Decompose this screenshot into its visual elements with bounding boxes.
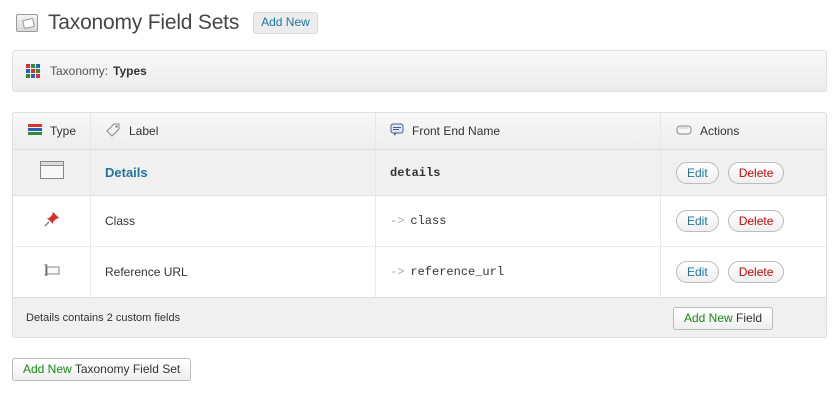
column-front-end-name-text: Front End Name xyxy=(412,124,501,138)
row-actions-cell: Edit Delete xyxy=(661,247,826,297)
front-end-name: class xyxy=(410,214,447,228)
delete-button[interactable]: Delete xyxy=(727,210,785,232)
speech-bubble-icon xyxy=(390,123,404,140)
edit-button[interactable]: Edit xyxy=(676,161,719,184)
row-label-cell: Reference URL xyxy=(91,247,376,297)
table-row: Class -> class Edit Delete xyxy=(13,196,826,247)
column-actions: Actions xyxy=(661,113,826,149)
arrow: -> xyxy=(390,214,405,228)
row-front-end-cell: -> reference_url xyxy=(376,247,661,297)
pushpin-icon xyxy=(44,211,60,232)
add-new-field-prefix: Add New xyxy=(684,311,733,325)
taxonomy-label: Taxonomy: xyxy=(50,64,109,78)
row-actions-cell: Edit Delete xyxy=(661,150,826,195)
text-field-icon xyxy=(44,263,60,282)
add-new-taxonomy-field-set-button[interactable]: Add New Taxonomy Field Set xyxy=(12,358,192,381)
column-type-label: Type xyxy=(50,124,77,138)
add-new-set-prefix: Add New xyxy=(23,362,72,376)
taxonomy-bar: Taxonomy: Types xyxy=(12,50,827,92)
actions-button-icon xyxy=(676,124,692,139)
row-label-cell: Details xyxy=(91,150,376,195)
window-icon xyxy=(39,161,64,184)
front-end-name: reference_url xyxy=(410,265,505,279)
delete-button[interactable]: Delete xyxy=(727,261,785,283)
taxonomy-grid-icon xyxy=(26,64,40,78)
row-label-cell: Class xyxy=(91,196,376,246)
table-footer: Details contains 2 custom fields Add New… xyxy=(13,298,826,337)
tag-icon xyxy=(105,122,121,141)
row-front-end-cell: -> class xyxy=(376,196,661,246)
field-label: Class xyxy=(105,214,136,228)
front-end-name: details xyxy=(390,165,441,180)
edit-button[interactable]: Edit xyxy=(676,261,719,283)
row-actions-cell: Edit Delete xyxy=(661,196,826,246)
row-type-cell xyxy=(13,150,91,195)
column-front-end-name: Front End Name xyxy=(376,113,661,149)
field-set-table: Type Label Front End Name Actions Detail… xyxy=(12,112,827,338)
field-set-label-link[interactable]: Details xyxy=(105,165,148,180)
row-front-end-cell: details xyxy=(376,150,661,195)
table-header: Type Label Front End Name Actions xyxy=(13,113,826,150)
type-stack-icon xyxy=(28,123,42,140)
add-new-field-suffix: Field xyxy=(736,311,763,325)
taxonomy-value: Types xyxy=(113,64,147,78)
add-new-button[interactable]: Add New xyxy=(253,12,318,34)
column-type: Type xyxy=(13,113,91,149)
field-label: Reference URL xyxy=(105,265,188,279)
delete-button[interactable]: Delete xyxy=(727,161,785,184)
column-label-text: Label xyxy=(129,124,159,138)
row-type-cell xyxy=(13,196,91,246)
add-new-set-suffix: Taxonomy Field Set xyxy=(74,362,181,376)
arrow: -> xyxy=(390,265,405,279)
page-icon xyxy=(16,14,38,32)
add-new-field-button[interactable]: Add New Field xyxy=(673,307,774,330)
page-title: Taxonomy Field Sets xyxy=(48,11,240,34)
field-count-text: Details contains 2 custom fields xyxy=(26,312,181,324)
table-row: Reference URL -> reference_url Edit Dele… xyxy=(13,247,826,298)
column-label: Label xyxy=(91,113,376,149)
edit-button[interactable]: Edit xyxy=(676,210,719,232)
column-actions-text: Actions xyxy=(700,124,740,138)
table-row: Details details Edit Delete xyxy=(13,150,826,196)
page-header: Taxonomy Field Sets Add New xyxy=(16,8,318,38)
row-type-cell xyxy=(13,247,91,297)
